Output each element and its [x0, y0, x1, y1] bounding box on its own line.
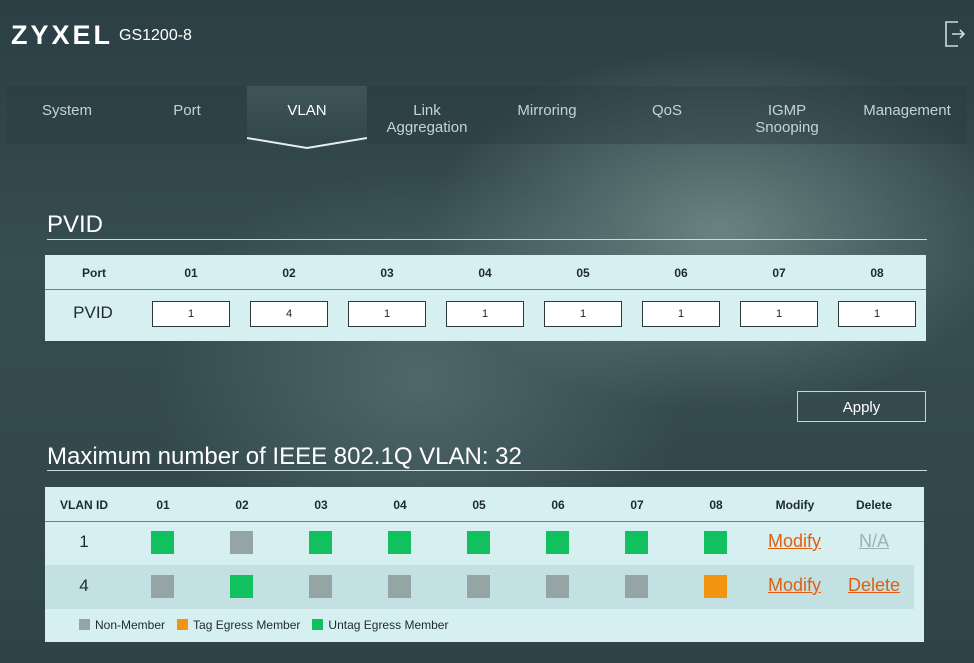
vlan-header-row: VLAN ID 01 02 03 04 05 06 07 08 Modify Delete: [45, 487, 924, 522]
vlan-header-vlan-id: VLAN ID: [60, 498, 108, 512]
pvid-input-port-08[interactable]: 1: [838, 301, 916, 327]
pvid-value-row: PVID 14111111: [45, 290, 926, 340]
port-membership-untag[interactable]: [151, 531, 174, 554]
pvid-port-header-03: 03: [380, 266, 394, 280]
legend-label: Non-Member: [95, 618, 166, 632]
legend-item-untag: Untag Egress Member: [312, 618, 448, 632]
pvid-title: PVID: [47, 211, 104, 238]
tab-igmp-snooping[interactable]: IGMP Snooping: [727, 86, 847, 144]
pvid-input-port-05[interactable]: 1: [544, 301, 622, 327]
vlan-header-08: 08: [709, 498, 723, 512]
port-membership-untag[interactable]: [546, 531, 569, 554]
vlan-header-06: 06: [551, 498, 565, 512]
legend-item-none: Non-Member: [79, 618, 165, 632]
logout-icon[interactable]: [944, 20, 966, 48]
zyxel-logo: ZYXEL: [11, 20, 114, 50]
tab-port[interactable]: Port: [127, 86, 247, 144]
vlan-row: 1 Modify N/A: [45, 521, 914, 565]
vlan-legend: Non-Member Tag Egress Member Untag Egress …: [79, 618, 460, 632]
vlan-header-03: 03: [314, 498, 328, 512]
tab-link-aggregation[interactable]: Link Aggregation: [367, 86, 487, 144]
legend-swatch-tag: [177, 619, 189, 630]
vlan-header-01: 01: [156, 498, 170, 512]
modify-link[interactable]: Modify: [768, 575, 821, 596]
legend-label: Tag Egress Member: [193, 618, 301, 632]
port-membership-untag[interactable]: [309, 531, 332, 554]
legend-label: Untag Egress Member: [328, 618, 449, 632]
vlan-header-04: 04: [393, 498, 407, 512]
pvid-port-header-05: 05: [576, 266, 590, 280]
vlan-table: VLAN ID 01 02 03 04 05 06 07 08 Modify Delete 1 Mod…: [45, 487, 924, 642]
vlan-row: 4 Modify Delete: [45, 565, 914, 609]
legend-item-tag: Tag Egress Member: [177, 618, 300, 632]
vlan-header-05: 05: [472, 498, 486, 512]
pvid-port-header-07: 07: [772, 266, 786, 280]
port-membership-untag[interactable]: [230, 575, 253, 598]
pvid-input-port-01[interactable]: 1: [152, 301, 230, 327]
apply-button[interactable]: Apply: [797, 391, 926, 422]
pvid-row-label: PVID: [73, 303, 113, 322]
port-membership-none[interactable]: [309, 575, 332, 598]
port-membership-none[interactable]: [546, 575, 569, 598]
model-name: GS1200-8: [119, 27, 192, 44]
vlan-id: 1: [79, 532, 89, 551]
pvid-input-port-07[interactable]: 1: [740, 301, 818, 327]
delete-link-disabled: N/A: [859, 531, 890, 551]
pvid-port-header-04: 04: [478, 266, 492, 280]
port-membership-none[interactable]: [467, 575, 490, 598]
port-membership-none[interactable]: [625, 575, 648, 598]
main-nav: System Port VLAN Link Aggregation Mirroring Qo…: [7, 86, 967, 152]
vlan-divider: [47, 470, 927, 471]
pvid-port-header-06: 06: [674, 266, 688, 280]
pvid-port-header-08: 08: [870, 266, 884, 280]
pvid-input-port-04[interactable]: 1: [446, 301, 524, 327]
vlan-header-delete: Delete: [855, 498, 893, 512]
vlan-id: 4: [79, 576, 89, 595]
vlan-title: Maximum number of IEEE 802.1Q VLAN: 32: [47, 443, 522, 470]
pvid-port-header: Port: [82, 266, 106, 280]
tab-management[interactable]: Management: [847, 86, 967, 144]
pvid-input-port-03[interactable]: 1: [348, 301, 426, 327]
vlan-header-02: 02: [235, 498, 249, 512]
pvid-port-header-02: 02: [282, 266, 296, 280]
port-membership-untag[interactable]: [704, 531, 727, 554]
legend-swatch-none: [79, 619, 90, 630]
modify-link[interactable]: Modify: [768, 531, 821, 552]
port-membership-untag[interactable]: [388, 531, 411, 554]
port-membership-none[interactable]: [388, 575, 411, 598]
tab-system[interactable]: System: [7, 86, 127, 144]
vlan-header-07: 07: [630, 498, 644, 512]
port-membership-untag[interactable]: [625, 531, 648, 554]
tab-mirroring[interactable]: Mirroring: [487, 86, 607, 144]
port-membership-none[interactable]: [230, 531, 253, 554]
port-membership-none[interactable]: [151, 575, 174, 598]
delete-link[interactable]: Delete: [848, 575, 900, 596]
port-membership-untag[interactable]: [467, 531, 490, 554]
header: ZYXEL GS1200-8: [0, 0, 974, 86]
pvid-input-port-02[interactable]: 4: [250, 301, 328, 327]
legend-swatch-untag: [312, 619, 324, 630]
pvid-divider: [47, 239, 927, 240]
tab-qos[interactable]: QoS: [607, 86, 727, 144]
pvid-table: Port 01 02 03 04 05 06 07 08 PVID 14111111: [45, 255, 926, 341]
pvid-port-header-01: 01: [184, 266, 198, 280]
active-tab-pointer: [247, 137, 367, 150]
vlan-header-modify: Modify: [775, 498, 815, 512]
pvid-header-row: Port 01 02 03 04 05 06 07 08: [45, 255, 926, 290]
pvid-input-port-06[interactable]: 1: [642, 301, 720, 327]
port-membership-tag[interactable]: [704, 575, 727, 598]
